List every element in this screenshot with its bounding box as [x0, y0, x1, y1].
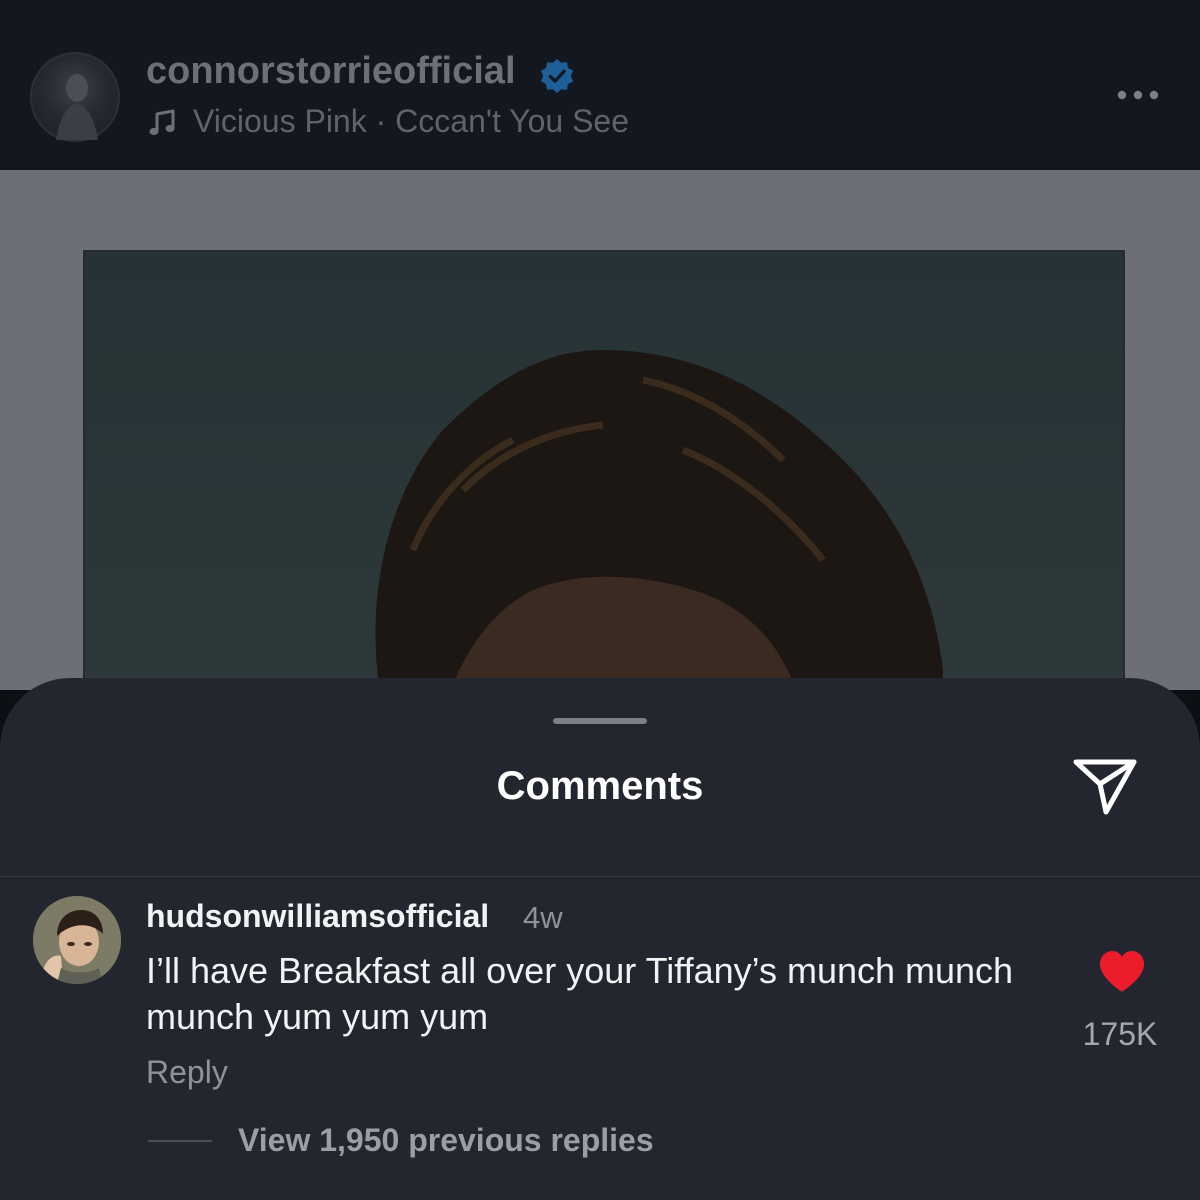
comments-sheet: Comments hudsonwilliamsofficial 4w I’ll … [0, 678, 1200, 1200]
reply-button[interactable]: Reply [146, 1054, 228, 1091]
sheet-drag-handle[interactable] [553, 718, 647, 724]
post-media[interactable] [0, 170, 1200, 710]
post-author-avatar[interactable] [30, 52, 120, 142]
commenter-username[interactable]: hudsonwilliamsofficial [146, 898, 489, 935]
post-header: connorstorrieofficial Vicious Pink · Ccc… [0, 0, 1200, 170]
verified-icon [540, 58, 574, 94]
divider [0, 876, 1200, 877]
comment-timestamp: 4w [523, 900, 563, 935]
heart-icon[interactable] [1098, 950, 1146, 994]
replies-connector-line [148, 1140, 212, 1142]
music-note-icon [149, 109, 175, 136]
view-replies-button[interactable]: View 1,950 previous replies [238, 1122, 654, 1159]
more-options-icon[interactable] [1112, 84, 1164, 106]
comment-text: I’ll have Breakfast all over your Tiffan… [146, 950, 1014, 1037]
like-count: 175K [1082, 1016, 1158, 1052]
share-icon[interactable] [1070, 754, 1140, 818]
post-photo [83, 250, 1125, 710]
post-author-username[interactable]: connorstorrieofficial [146, 50, 516, 93]
post-song[interactable]: Vicious Pink · Cccan't You See [193, 103, 629, 140]
commenter-avatar[interactable] [33, 896, 121, 984]
comments-title: Comments [496, 764, 704, 808]
